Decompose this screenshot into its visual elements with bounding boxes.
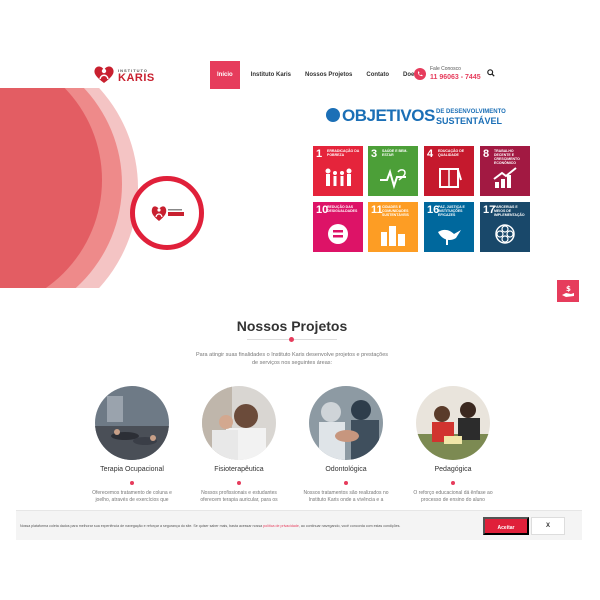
nav-item-contato[interactable]: Contato — [359, 61, 396, 89]
karis-logo-icon — [151, 206, 184, 221]
project-photo-pedagogica — [416, 386, 490, 460]
city-icon — [381, 226, 405, 246]
book-icon — [439, 168, 462, 188]
ods-tile-17: 17 PARCERIAS E MEIOS DE IMPLEMENTAÇÃO — [480, 202, 530, 252]
project-dot — [451, 481, 455, 485]
project-dot — [237, 481, 241, 485]
ods-tile-1: 1 ERRADICAÇÃO DA POBREZA — [313, 146, 363, 196]
project-text: Nossos profissionais e estudantes oferec… — [200, 490, 278, 503]
project-card-pedagogica[interactable]: Pedagógica O reforço educacional dá ênfa… — [409, 386, 499, 526]
whatsapp-icon — [414, 68, 426, 80]
ods-heading: OBJETIVOS DE DESENVOLVIMENTO SUSTENTÁVEL — [326, 106, 506, 128]
project-title: Pedagógica — [434, 466, 472, 473]
main-nav: Início Instituto Karis Nossos Projetos C… — [210, 61, 432, 89]
project-dot — [344, 481, 348, 485]
donate-hand-icon: $ — [562, 285, 574, 297]
nav-item-inicio[interactable]: Início — [210, 61, 240, 89]
accept-cookies-button[interactable]: Aceitar — [483, 517, 529, 535]
nav-item-instituto-karis[interactable]: Instituto Karis — [244, 61, 298, 89]
contact-label: Fale Conosco — [430, 66, 461, 72]
project-text: Oferecemos tratamento de coluna e joelho… — [92, 490, 172, 503]
dove-icon — [438, 229, 461, 245]
equality-icon — [328, 224, 348, 244]
privacy-policy-link[interactable]: política de privacidade — [263, 524, 299, 528]
nav-item-nossos-projetos[interactable]: Nossos Projetos — [298, 61, 359, 89]
people-icon — [325, 168, 352, 186]
project-photo-fisioterapeutica — [202, 386, 276, 460]
ods-subtitle-2: SUSTENTÁVEL — [436, 116, 503, 126]
hero-logo-badge — [130, 176, 204, 250]
ods-tile-11: 11 CIDADES E COMUNIDADES SUSTENTÁVEIS — [368, 202, 418, 252]
ods-tile-number: 3 — [371, 148, 378, 160]
ods-tile-4: 4 EDUCAÇÃO DE QUALIDADE — [424, 146, 474, 196]
close-cookies-button[interactable]: X — [531, 517, 565, 535]
project-title: Terapia Ocupacional — [100, 466, 164, 473]
project-text: Nossos tratamentos são realizados no Ins… — [303, 490, 389, 503]
ods-tile-title: CIDADES E COMUNIDADES SUSTENTÁVEIS — [382, 205, 409, 217]
site-header: INSTITUTO KARIS Início Instituto Karis N… — [0, 0, 600, 89]
project-title: Odontológica — [325, 466, 367, 473]
growth-chart-icon — [493, 167, 517, 188]
ods-tile-number: 8 — [483, 148, 490, 160]
projects-intro: Para atingir suas finalidades o Institut… — [196, 352, 388, 366]
project-card-terapia[interactable]: Terapia Ocupacional Oferecemos tratament… — [88, 386, 178, 526]
contact-phone[interactable]: 11 96063 - 7445 — [430, 74, 481, 81]
partnership-icon — [495, 224, 515, 244]
ods-tile-number: 1 — [316, 148, 323, 160]
project-photo-odontologica — [309, 386, 383, 460]
ods-title: OBJETIVOS — [342, 106, 435, 125]
cookie-text: Nossa plataforma coleta dados para melho… — [20, 524, 401, 528]
ods-tile-title: TRABALHO DECENTE E CRESCIMENTO ECONÔMICO — [494, 149, 520, 165]
heart-logo-icon — [94, 66, 114, 83]
donate-side-button[interactable]: $ — [557, 280, 579, 302]
cookie-banner: Nossa plataforma coleta dados para melho… — [16, 510, 582, 540]
ods-tile-number: 11 — [371, 204, 383, 216]
ods-tile-number: 4 — [427, 148, 434, 160]
hero-decorative-shape — [0, 88, 138, 288]
project-card-fisioterapeutica[interactable]: Fisioterapêutica Nossos profissionais e … — [195, 386, 285, 526]
ods-tile-title: SAÚDE E BEM-ESTAR — [382, 149, 408, 157]
projects-divider-dot — [289, 337, 294, 342]
ods-tile-title: ERRADICAÇÃO DA POBREZA — [327, 149, 360, 157]
project-title: Fisioterapêutica — [214, 466, 264, 473]
project-text: O reforço educacional dá ênfase ao proce… — [413, 490, 493, 503]
contact-whatsapp[interactable]: Fale Conosco 11 96063 - 7445 — [414, 66, 484, 86]
ods-tile-3: 3 SAÚDE E BEM-ESTAR — [368, 146, 418, 196]
project-card-odontologica[interactable]: Odontológica Nossos tratamentos são real… — [302, 386, 392, 526]
ods-tile-title: EDUCAÇÃO DE QUALIDADE — [438, 149, 465, 157]
ods-tile-8: 8 TRABALHO DECENTE E CRESCIMENTO ECONÔMIC… — [480, 146, 530, 196]
project-photo-terapia — [95, 386, 169, 460]
svg-text:$: $ — [566, 285, 571, 293]
ods-tile-title: PAZ, JUSTIÇA E INSTITUIÇÕES EFICAZES — [438, 205, 465, 217]
logo-text-big: KARIS — [118, 72, 155, 84]
heartbeat-icon — [380, 168, 406, 190]
project-dot — [130, 481, 134, 485]
ods-subtitle-1: DE DESENVOLVIMENTO — [436, 109, 506, 115]
ods-tile-16: 16 PAZ, JUSTIÇA E INSTITUIÇÕES EFICAZES — [424, 202, 474, 252]
ods-tile-title: PARCERIAS E MEIOS DE IMPLEMENTAÇÃO — [494, 205, 525, 217]
ods-tile-title: REDUÇÃO DAS DESIGUALDADES — [327, 205, 358, 213]
projects-title: Nossos Projetos — [236, 318, 348, 334]
site-logo[interactable]: INSTITUTO KARIS — [92, 62, 154, 88]
search-icon[interactable] — [487, 69, 495, 77]
ods-tile-10: 10 REDUÇÃO DAS DESIGUALDADES — [313, 202, 363, 252]
un-globe-icon — [326, 108, 340, 122]
